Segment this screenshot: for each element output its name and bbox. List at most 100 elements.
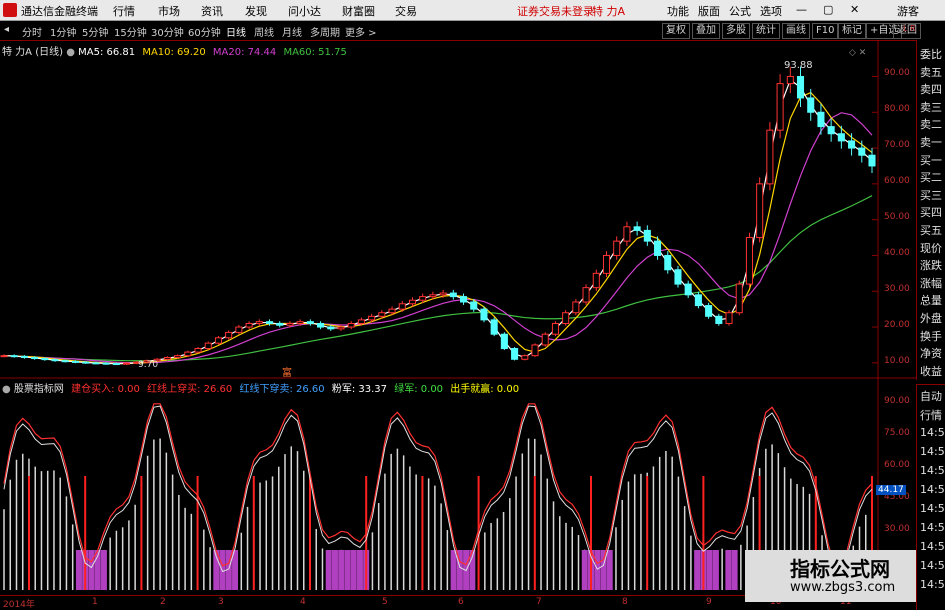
candle: [786, 75, 794, 85]
candle: [766, 129, 774, 185]
quote-field: 14:5: [920, 578, 945, 591]
candle: [837, 133, 845, 142]
menu-discover[interactable]: 发现: [245, 3, 267, 19]
menu-market[interactable]: 市场: [158, 3, 180, 19]
quote-field: 买五: [920, 224, 942, 237]
candle: [82, 361, 90, 364]
indicator-title: 股票指标网: [13, 384, 64, 395]
menu-trade[interactable]: 交易: [395, 3, 417, 19]
quote-field: 14:5: [920, 540, 945, 553]
quote-field: 卖五: [920, 65, 942, 79]
period-15min[interactable]: 15分钟: [114, 24, 147, 39]
btn-f10[interactable]: F10: [812, 23, 839, 39]
menu-news[interactable]: 资讯: [201, 3, 223, 19]
candle: [460, 296, 468, 303]
menu-options[interactable]: 选项: [760, 3, 782, 19]
quote-field: 买一: [920, 153, 942, 167]
date-label: 8: [622, 597, 628, 607]
minimize-icon[interactable]: —: [796, 3, 807, 16]
candle: [613, 240, 621, 256]
candle: [735, 283, 743, 314]
indicator-zone: [219, 550, 226, 590]
candle: [347, 322, 355, 328]
candle: [214, 337, 222, 344]
menu-ask[interactable]: 问小达: [288, 3, 321, 19]
quote-field: 换手: [920, 329, 942, 343]
candle: [276, 322, 284, 326]
restore-icon[interactable]: ▢: [823, 3, 833, 16]
btn-overlay[interactable]: 叠加: [692, 23, 720, 39]
nav-back-icon[interactable]: ◂: [4, 24, 9, 35]
menu-wealth[interactable]: 财富圈: [342, 3, 375, 19]
event-marker[interactable]: 富: [282, 366, 292, 379]
candle: [796, 75, 805, 99]
period-60min[interactable]: 60分钟: [188, 24, 221, 39]
period-30min[interactable]: 30分钟: [151, 24, 184, 39]
candle: [725, 312, 733, 324]
indicator-zone: [325, 550, 332, 590]
btn-multi-stock[interactable]: 多股: [722, 23, 750, 39]
menu-quotes[interactable]: 行情: [113, 3, 135, 19]
quote-field: 卖一: [920, 136, 942, 149]
btn-mark[interactable]: 标记: [838, 23, 866, 39]
ma10-line: [3, 91, 873, 365]
app-title: 通达信金融终端: [21, 5, 98, 18]
candle: [582, 287, 590, 303]
period-multi[interactable]: 多周期: [310, 24, 340, 39]
login-status[interactable]: 证券交易未登录: [517, 3, 594, 19]
ma-series-line: [3, 112, 873, 364]
quote-field: 净资: [920, 347, 942, 361]
chart-control-icon[interactable]: ◇ ✕: [849, 48, 866, 58]
candle: [102, 362, 110, 365]
candle: [31, 356, 39, 360]
guest-user[interactable]: 游客: [897, 3, 919, 19]
indicator-plot: [3, 403, 873, 590]
period-weekly[interactable]: 周线: [254, 24, 274, 39]
candle: [449, 292, 457, 298]
candle: [521, 355, 529, 360]
quote-field: 现价: [920, 241, 942, 255]
period-1min[interactable]: 1分钟: [50, 24, 76, 39]
candle: [41, 358, 49, 361]
quote-field: 外盘: [920, 312, 942, 325]
quote-field: 行情: [920, 409, 942, 422]
high-price-label: 93.88: [784, 60, 813, 71]
quote-field: 总量: [920, 294, 942, 308]
tick-panel: 自动 行情 14:5 14:5 14:5 14:5 14:5 14:5 14:5 14:5 14:5: [916, 384, 945, 610]
ind-y-tick: 30.00: [884, 524, 910, 534]
period-daily[interactable]: 日线: [226, 24, 246, 39]
period-5min[interactable]: 5分钟: [82, 24, 108, 39]
close-icon[interactable]: ✕: [850, 3, 859, 16]
menu-layout[interactable]: 版面: [698, 3, 720, 19]
ind-pink: 粉军: 33.37: [331, 384, 388, 395]
menu-formula[interactable]: 公式: [729, 3, 751, 19]
candle: [643, 229, 651, 242]
ma-series-line: [3, 91, 873, 365]
y-tick: 90.00: [884, 68, 910, 78]
btn-adjust[interactable]: 复权: [662, 23, 690, 39]
btn-draw[interactable]: 画线: [782, 23, 810, 39]
indicator-settings-icon[interactable]: ●: [2, 384, 14, 395]
candle: [664, 254, 672, 271]
low-price-label: 9.70: [138, 360, 158, 370]
ind-green: 绿军: 0.00: [394, 384, 444, 395]
period-intraday[interactable]: 分时: [22, 24, 42, 39]
ma-series-line: [3, 79, 873, 365]
candle: [623, 226, 631, 242]
candle: [419, 296, 427, 301]
candle: [439, 292, 447, 296]
app-logo-icon: [3, 3, 17, 17]
ind-y-tick: 60.00: [884, 460, 910, 470]
period-more[interactable]: 更多 >: [345, 24, 377, 39]
btn-stats[interactable]: 统计: [752, 23, 780, 39]
quote-field: 涨跌: [920, 259, 942, 273]
chart-area[interactable]: 93.88 9.70 富 ◇ ✕: [0, 40, 916, 595]
quote-field: 卖二: [920, 118, 942, 132]
candle: [71, 360, 80, 363]
candle: [184, 351, 192, 357]
candle: [715, 315, 723, 324]
candle: [705, 305, 713, 317]
candle: [378, 312, 386, 317]
menu-function[interactable]: 功能: [667, 3, 689, 19]
period-monthly[interactable]: 月线: [282, 24, 302, 39]
